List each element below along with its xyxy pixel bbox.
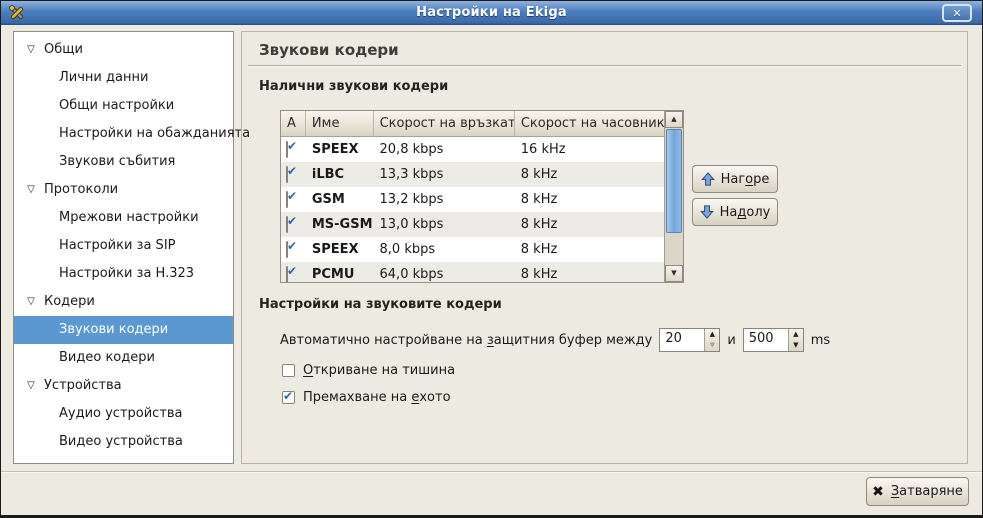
table-row[interactable]: ✔ MS-GSM 13,0 kbps 8 kHz — [281, 212, 664, 237]
check-icon: ✔ — [283, 389, 293, 403]
scrollbar-thumb[interactable] — [666, 129, 682, 233]
codec-table-header: А Име Скорост на връзката Скорост на час… — [281, 111, 664, 137]
check-icon: ✔ — [287, 139, 297, 153]
column-header-bitrate[interactable]: Скорост на връзката — [374, 111, 515, 137]
move-up-button[interactable]: Нагоре — [692, 165, 778, 193]
available-codecs-section-title: Налични звукови кодери — [259, 79, 448, 94]
move-down-label: Надолу — [720, 205, 771, 220]
move-up-label: Нагоре — [721, 172, 770, 187]
close-x-icon: ✖ — [872, 484, 884, 500]
echo-cancellation-checkbox[interactable]: ✔ — [282, 391, 295, 404]
jitter-max-spinner[interactable]: 500 ▲▼ — [743, 328, 804, 352]
expander-icon[interactable]: ▽ — [23, 372, 39, 400]
move-down-button[interactable]: Надолу — [692, 198, 778, 226]
echo-cancellation-checkbox-row[interactable]: ✔ Премахване на ехото — [282, 389, 451, 405]
spin-down-icon[interactable]: ▼ — [705, 340, 719, 351]
sidebar-item-sound-events[interactable]: Звукови събития — [14, 148, 233, 176]
table-row[interactable]: ✔ SPEEX 8,0 kbps 8 kHz — [281, 237, 664, 262]
sidebar-item-network-settings[interactable]: Мрежови настройки — [14, 204, 233, 232]
table-vertical-scrollbar[interactable]: ▲ ▼ — [664, 111, 683, 282]
spin-up-icon[interactable]: ▲ — [789, 329, 803, 340]
codec-enabled-checkbox[interactable]: ✔ — [286, 191, 288, 208]
column-header-clockrate[interactable]: Скорост на часовника — [515, 111, 664, 137]
table-row[interactable]: ✔ SPEEX 20,8 kbps 16 kHz — [281, 137, 664, 162]
close-icon: ✕ — [952, 7, 961, 20]
title-separator — [248, 65, 961, 67]
window-close-button[interactable]: ✕ — [942, 4, 972, 22]
table-row[interactable]: ✔ iLBC 13,3 kbps 8 kHz — [281, 162, 664, 187]
sidebar-item-video-devices[interactable]: Видео устройства — [14, 428, 233, 456]
spin-up-icon[interactable]: ▲ — [705, 329, 719, 340]
sidebar-item-personal-data[interactable]: Лични данни — [14, 64, 233, 92]
column-header-active[interactable]: А — [281, 111, 306, 137]
scroll-up-icon[interactable]: ▲ — [665, 111, 683, 128]
codec-enabled-checkbox[interactable]: ✔ — [286, 241, 288, 258]
page-title: Звукови кодери — [259, 41, 399, 59]
preferences-tools-icon — [8, 4, 26, 22]
silence-detection-label: Откриване на тишина — [303, 363, 455, 378]
silence-detection-checkbox-row[interactable]: Откриване на тишина — [282, 362, 455, 378]
check-icon: ✔ — [287, 214, 297, 228]
jitter-min-spinner[interactable]: 20 ▲▼ — [659, 328, 720, 352]
table-row[interactable]: ✔ GSM 13,2 kbps 8 kHz — [281, 187, 664, 212]
codec-settings-section-title: Настройки на звуковите кодери — [259, 297, 502, 312]
codec-table: А Име Скорост на връзката Скорост на час… — [280, 110, 684, 283]
echo-cancellation-label: Премахване на ехото — [303, 390, 451, 405]
preferences-sidebar: ▽Общи Лични данни Общи настройки Настрой… — [13, 31, 234, 464]
codec-enabled-checkbox[interactable]: ✔ — [286, 141, 288, 158]
window-title: Настройки на Ekiga — [1, 5, 982, 20]
codec-enabled-checkbox[interactable]: ✔ — [286, 266, 288, 283]
sidebar-item-call-options[interactable]: Настройки на обажданията — [14, 120, 233, 148]
sidebar-item-audio-codecs[interactable]: Звукови кодери — [14, 316, 233, 344]
sidebar-item-codecs-category[interactable]: ▽Кодери — [14, 288, 233, 316]
expander-icon[interactable]: ▽ — [23, 288, 39, 316]
audio-codecs-panel: Звукови кодери Налични звукови кодери А … — [241, 31, 968, 464]
expander-icon[interactable]: ▽ — [23, 176, 39, 204]
arrow-up-icon — [701, 172, 715, 186]
sidebar-item-video-codecs[interactable]: Видео кодери — [14, 344, 233, 372]
sidebar-item-h323-settings[interactable]: Настройки за H.323 — [14, 260, 233, 288]
scroll-down-icon[interactable]: ▼ — [665, 265, 683, 282]
jitter-buffer-label: Автоматично настройване на защитния буфе… — [280, 333, 652, 348]
sidebar-item-sip-settings[interactable]: Настройки за SIP — [14, 232, 233, 260]
sidebar-item-general-category[interactable]: ▽Общи — [14, 36, 233, 64]
column-header-name[interactable]: Име — [306, 111, 374, 137]
jitter-max-value[interactable]: 500 — [744, 329, 788, 351]
check-icon: ✔ — [287, 164, 297, 178]
check-icon: ✔ — [287, 239, 297, 253]
codec-enabled-checkbox[interactable]: ✔ — [286, 166, 288, 183]
silence-detection-checkbox[interactable] — [282, 364, 295, 377]
close-dialog-button[interactable]: ✖ Затваряне — [866, 477, 969, 506]
arrow-down-icon — [700, 205, 714, 219]
table-row[interactable]: ✔ PCMU 64,0 kbps 8 kHz — [281, 262, 664, 283]
check-icon: ✔ — [287, 264, 297, 278]
sidebar-item-protocols-category[interactable]: ▽Протоколи — [14, 176, 233, 204]
sidebar-item-devices-category[interactable]: ▽Устройства — [14, 372, 233, 400]
jitter-and-label: и — [727, 333, 735, 348]
sidebar-item-audio-devices[interactable]: Аудио устройства — [14, 400, 233, 428]
spin-down-icon[interactable]: ▼ — [789, 340, 803, 351]
sidebar-item-general-settings[interactable]: Общи настройки — [14, 92, 233, 120]
preferences-window: Настройки на Ekiga ✕ ▽Общи Лични данни О… — [0, 0, 983, 518]
footer-separator — [1, 471, 982, 473]
close-dialog-label: Затваряне — [891, 484, 963, 499]
check-icon: ✔ — [287, 189, 297, 203]
jitter-min-value[interactable]: 20 — [660, 329, 704, 351]
jitter-buffer-row: Автоматично настройване на защитния буфе… — [280, 327, 830, 353]
expander-icon[interactable]: ▽ — [23, 36, 39, 64]
jitter-unit-label: ms — [811, 333, 830, 348]
codec-enabled-checkbox[interactable]: ✔ — [286, 216, 288, 233]
titlebar: Настройки на Ekiga ✕ — [1, 1, 982, 25]
